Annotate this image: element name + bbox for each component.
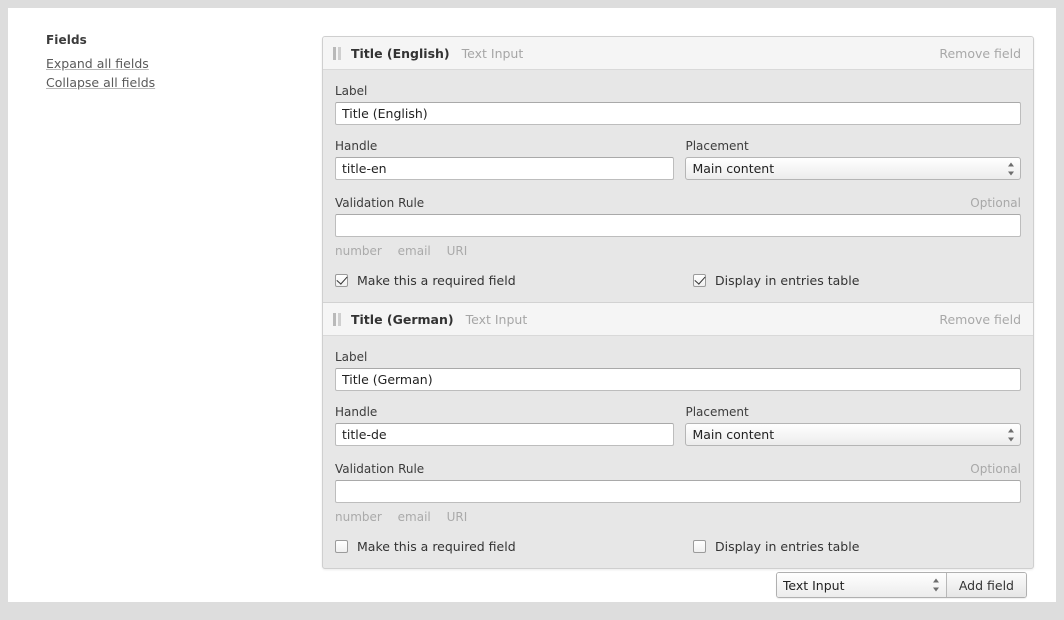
field-type-select[interactable]: Text Input (776, 573, 947, 597)
checkbox-icon[interactable] (693, 274, 706, 287)
placement-select[interactable]: Main content (685, 423, 1021, 446)
field-body: Label Handle Placement Main conte (323, 336, 1033, 568)
remove-field-link[interactable]: Remove field (939, 312, 1021, 327)
handle-caption: Handle (335, 405, 378, 419)
label-input[interactable] (335, 102, 1021, 125)
handle-placement-row: Handle Placement Main content (335, 405, 1021, 446)
placement-caption: Placement (685, 139, 749, 153)
optional-tag: Optional (970, 196, 1021, 210)
add-field-button[interactable]: Add field (946, 573, 1026, 597)
validation-caption: Validation Rule (335, 462, 425, 476)
validation-hint-uri[interactable]: URI (447, 510, 468, 524)
field-header[interactable]: Title (English) Text Input Remove field (323, 37, 1033, 70)
field-item: Title (German) Text Input Remove field L… (323, 302, 1033, 568)
checkbox-icon[interactable] (335, 274, 348, 287)
validation-hint-number[interactable]: number (335, 244, 382, 258)
fields-list: Title (English) Text Input Remove field … (322, 36, 1034, 569)
validation-caption: Validation Rule (335, 196, 425, 210)
label-input[interactable] (335, 368, 1021, 391)
field-item: Title (English) Text Input Remove field … (323, 37, 1033, 302)
field-type-label: Text Input (465, 311, 528, 327)
handle-input[interactable] (335, 423, 675, 446)
remove-field-link[interactable]: Remove field (939, 46, 1021, 61)
label-caption: Label (335, 350, 368, 364)
validation-row: Validation Rule Optional number email UR… (335, 196, 1021, 258)
required-field-label: Make this a required field (357, 539, 516, 554)
validation-hint-email[interactable]: email (398, 244, 431, 258)
handle-caption: Handle (335, 139, 378, 153)
label-caption: Label (335, 84, 368, 98)
entries-table-label: Display in entries table (715, 273, 860, 288)
entries-table-checkbox[interactable]: Display in entries table (693, 539, 859, 554)
fields-sidebar: Fields Expand all fields Collapse all fi… (38, 33, 288, 94)
checkbox-icon[interactable] (335, 540, 348, 553)
optional-tag: Optional (970, 462, 1021, 476)
field-options: Make this a required field Display in en… (335, 273, 1021, 288)
placement-caption: Placement (685, 405, 749, 419)
checkbox-icon[interactable] (693, 540, 706, 553)
field-title: Title (German) (351, 311, 454, 327)
sidebar-heading: Fields (46, 33, 87, 47)
drag-handle-icon[interactable] (333, 46, 342, 60)
validation-hints: number email URI (335, 510, 1021, 524)
handle-placement-row: Handle Placement Main content (335, 139, 1021, 180)
required-field-checkbox[interactable]: Make this a required field (335, 273, 693, 288)
placement-select[interactable]: Main content (685, 157, 1021, 180)
label-row: Label (335, 84, 1021, 125)
validation-input[interactable] (335, 480, 1021, 503)
handle-input[interactable] (335, 157, 675, 180)
field-header[interactable]: Title (German) Text Input Remove field (323, 303, 1033, 336)
validation-input[interactable] (335, 214, 1021, 237)
field-options: Make this a required field Display in en… (335, 539, 1021, 554)
collapse-all-fields-link[interactable]: Collapse all fields (46, 75, 155, 90)
field-body: Label Handle Placement Main conte (323, 70, 1033, 302)
validation-hints: number email URI (335, 244, 1021, 258)
drag-handle-icon[interactable] (333, 312, 342, 326)
content-panel: Fields Expand all fields Collapse all fi… (8, 8, 1056, 602)
add-field-bar: Text Input Add field (775, 572, 1027, 598)
validation-hint-email[interactable]: email (398, 510, 431, 524)
entries-table-checkbox[interactable]: Display in entries table (693, 273, 859, 288)
required-field-checkbox[interactable]: Make this a required field (335, 539, 693, 554)
validation-row: Validation Rule Optional number email UR… (335, 462, 1021, 524)
expand-all-fields-link[interactable]: Expand all fields (46, 56, 149, 71)
required-field-label: Make this a required field (357, 273, 516, 288)
field-type-label: Text Input (461, 45, 524, 61)
label-row: Label (335, 350, 1021, 391)
entries-table-label: Display in entries table (715, 539, 860, 554)
validation-hint-number[interactable]: number (335, 510, 382, 524)
validation-hint-uri[interactable]: URI (447, 244, 468, 258)
field-title: Title (English) (351, 45, 450, 61)
